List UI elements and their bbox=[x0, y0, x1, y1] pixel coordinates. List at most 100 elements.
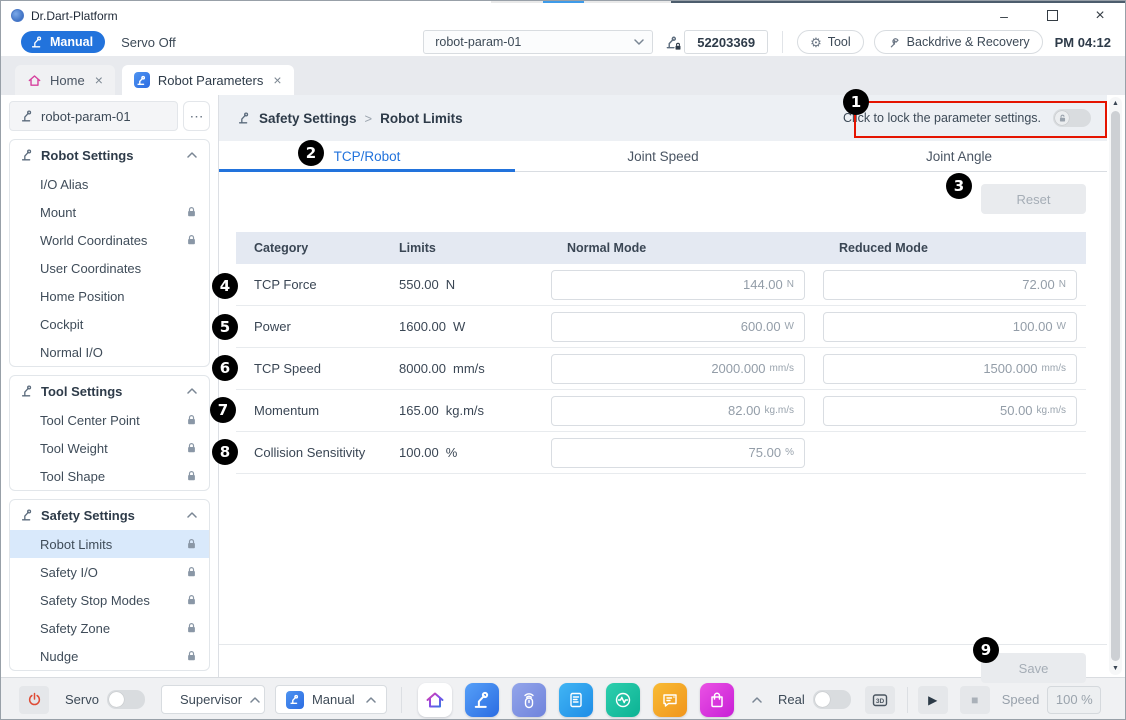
robot-parameters-icon bbox=[134, 72, 150, 88]
reset-button[interactable]: Reset bbox=[981, 184, 1086, 214]
sidebar-item-robot-limits[interactable]: Robot Limits bbox=[10, 530, 209, 558]
dock-app-task-editor-icon[interactable] bbox=[559, 683, 593, 717]
input-unit: N bbox=[787, 279, 794, 290]
sidebar-section-header-safety-settings[interactable]: Safety Settings bbox=[10, 500, 209, 530]
chevron-up-icon bbox=[187, 388, 197, 394]
top-toolbar: Manual Servo Off robot-param-01 52203369… bbox=[1, 28, 1125, 56]
robot-arm-icon bbox=[20, 109, 34, 123]
sidebar-item-tool-weight[interactable]: Tool Weight bbox=[10, 434, 209, 462]
column-header-limits: Limits bbox=[371, 241, 551, 255]
subtab-joint-speed[interactable]: Joint Speed bbox=[515, 141, 811, 171]
sidebar-item-i-o-alias[interactable]: I/O Alias bbox=[10, 170, 209, 198]
maximize-button[interactable] bbox=[1041, 6, 1063, 26]
dock-app-message-icon[interactable] bbox=[653, 683, 687, 717]
bottom-status-bar: Servo Supervisor Manual Real 3D ▶ ■ Spee… bbox=[1, 677, 1125, 720]
scroll-up-icon[interactable]: ▲ bbox=[1109, 100, 1122, 107]
limit-cell: 8000.00mm/s bbox=[371, 361, 551, 376]
parameter-name-box[interactable]: robot-param-01 bbox=[9, 101, 178, 131]
sidebar-item-label: Robot Limits bbox=[40, 537, 186, 552]
tab-home[interactable]: Home × bbox=[15, 65, 115, 95]
sidebar-item-safety-zone[interactable]: Safety Zone bbox=[10, 614, 209, 642]
tab-home-label: Home bbox=[50, 73, 85, 88]
sidebar-item-tool-shape[interactable]: Tool Shape bbox=[10, 462, 209, 490]
sidebar-section-header-tool-settings[interactable]: Tool Settings bbox=[10, 376, 209, 406]
chevron-down-icon bbox=[634, 39, 644, 45]
stop-button[interactable]: ■ bbox=[960, 686, 990, 714]
tab-robot-parameters-close-icon[interactable]: × bbox=[271, 73, 283, 87]
limit-cell: 165.00kg.m/s bbox=[371, 403, 551, 418]
tool-button[interactable]: ⚙ Tool bbox=[797, 30, 864, 54]
dock-app-robot-parameters-icon[interactable] bbox=[465, 683, 499, 717]
sidebar-item-cockpit[interactable]: Cockpit bbox=[10, 310, 209, 338]
normal-mode-input-momentum[interactable]: 82.00kg.m/s bbox=[551, 396, 805, 426]
parameter-file-select[interactable]: robot-param-01 bbox=[423, 30, 653, 54]
sidebar-item-label: Home Position bbox=[40, 289, 199, 304]
lock-icon bbox=[186, 622, 197, 634]
normal-mode-input-tcp-speed[interactable]: 2000.000mm/s bbox=[551, 354, 805, 384]
sidebar-item-safety-i-o[interactable]: Safety I/O bbox=[10, 558, 209, 586]
app-window: Dr.Dart-Platform – × Manual Servo Off ro… bbox=[0, 0, 1126, 720]
robot-arm-icon bbox=[20, 148, 34, 162]
column-header-reduced-mode: Reduced Mode bbox=[823, 241, 1086, 255]
normal-mode-input-power[interactable]: 600.00W bbox=[551, 312, 805, 342]
robot-serial-number: 52203369 bbox=[684, 30, 768, 54]
sidebar-item-mount[interactable]: Mount bbox=[10, 198, 209, 226]
robot-arm-icon bbox=[20, 508, 34, 522]
3d-view-button[interactable]: 3D bbox=[865, 686, 895, 714]
backdrive-icon bbox=[887, 35, 901, 49]
more-options-button[interactable]: ⋯ bbox=[183, 101, 210, 131]
close-button[interactable]: × bbox=[1089, 6, 1111, 26]
scrollbar-thumb[interactable] bbox=[1111, 111, 1120, 661]
mode-select[interactable]: Manual bbox=[275, 685, 387, 714]
reduced-mode-input-power[interactable]: 100.00W bbox=[823, 312, 1077, 342]
dock-app-home-icon[interactable] bbox=[418, 683, 452, 717]
backdrive-label: Backdrive & Recovery bbox=[907, 35, 1030, 49]
sidebar-item-normal-i-o[interactable]: Normal I/O bbox=[10, 338, 209, 366]
play-button[interactable]: ▶ bbox=[918, 686, 948, 714]
sidebar-item-world-coordinates[interactable]: World Coordinates bbox=[10, 226, 209, 254]
scroll-down-icon[interactable]: ▼ bbox=[1109, 665, 1122, 672]
speed-value-box[interactable]: 100 % bbox=[1047, 686, 1101, 714]
backdrive-recovery-button[interactable]: Backdrive & Recovery bbox=[874, 30, 1043, 54]
power-button[interactable] bbox=[19, 686, 49, 714]
sidebar-item-safety-stop-modes[interactable]: Safety Stop Modes bbox=[10, 586, 209, 614]
reduced-mode-input-tcp-force[interactable]: 72.00N bbox=[823, 270, 1077, 300]
reduced-mode-input-momentum[interactable]: 50.00kg.m/s bbox=[823, 396, 1077, 426]
subtab-joint-angle[interactable]: Joint Angle bbox=[811, 141, 1107, 171]
normal-mode-input-collision-sensitivity[interactable]: 75.00% bbox=[551, 438, 805, 468]
dock-app-status-monitor-icon[interactable] bbox=[606, 683, 640, 717]
tab-robot-parameters[interactable]: Robot Parameters × bbox=[122, 65, 294, 95]
sidebar-item-user-coordinates[interactable]: User Coordinates bbox=[10, 254, 209, 282]
real-sim-toggle[interactable] bbox=[813, 690, 851, 709]
gear-icon: ⚙ bbox=[810, 36, 822, 49]
reduced-mode-input-tcp-speed[interactable]: 1500.000mm/s bbox=[823, 354, 1077, 384]
sidebar-item-home-position[interactable]: Home Position bbox=[10, 282, 209, 310]
reduced-mode-cell: 72.00N bbox=[823, 270, 1086, 300]
tab-home-close-icon[interactable]: × bbox=[93, 73, 105, 87]
parameter-name-label: robot-param-01 bbox=[41, 109, 131, 124]
dock-app-jog-remote-icon[interactable] bbox=[512, 683, 546, 717]
dock-collapse-chevron-icon[interactable] bbox=[752, 697, 762, 703]
save-button[interactable]: Save bbox=[981, 653, 1086, 683]
workspace-tab-bar: Home × Robot Parameters × bbox=[1, 56, 1125, 95]
real-label: Real bbox=[778, 692, 805, 707]
dock-app-store-icon[interactable] bbox=[700, 683, 734, 717]
input-value: 1500.000 bbox=[983, 361, 1037, 376]
minimize-button[interactable]: – bbox=[993, 6, 1015, 26]
normal-mode-input-tcp-force[interactable]: 144.00N bbox=[551, 270, 805, 300]
sidebar-section-safety-settings: Safety SettingsRobot LimitsSafety I/OSaf… bbox=[9, 499, 210, 671]
subtab-tcp-robot[interactable]: TCP/Robot bbox=[219, 141, 515, 171]
sidebar-item-nudge[interactable]: Nudge bbox=[10, 642, 209, 670]
lock-icon bbox=[186, 594, 197, 606]
servo-toggle[interactable] bbox=[107, 690, 145, 709]
sidebar-section-header-robot-settings[interactable]: Robot Settings bbox=[10, 140, 209, 170]
lock-icon bbox=[186, 234, 197, 246]
sidebar-item-tool-center-point[interactable]: Tool Center Point bbox=[10, 406, 209, 434]
table-row-momentum: Momentum165.00kg.m/s82.00kg.m/s50.00kg.m… bbox=[236, 390, 1086, 432]
robot-mode-button[interactable]: Manual bbox=[21, 31, 105, 53]
vertical-scrollbar[interactable]: ▲ ▼ bbox=[1109, 97, 1122, 675]
lock-parameter-toggle[interactable] bbox=[1053, 109, 1091, 127]
limit-cell: 1600.00W bbox=[371, 319, 551, 334]
breadcrumb-separator-icon: > bbox=[365, 111, 373, 126]
role-select[interactable]: Supervisor bbox=[161, 685, 265, 714]
